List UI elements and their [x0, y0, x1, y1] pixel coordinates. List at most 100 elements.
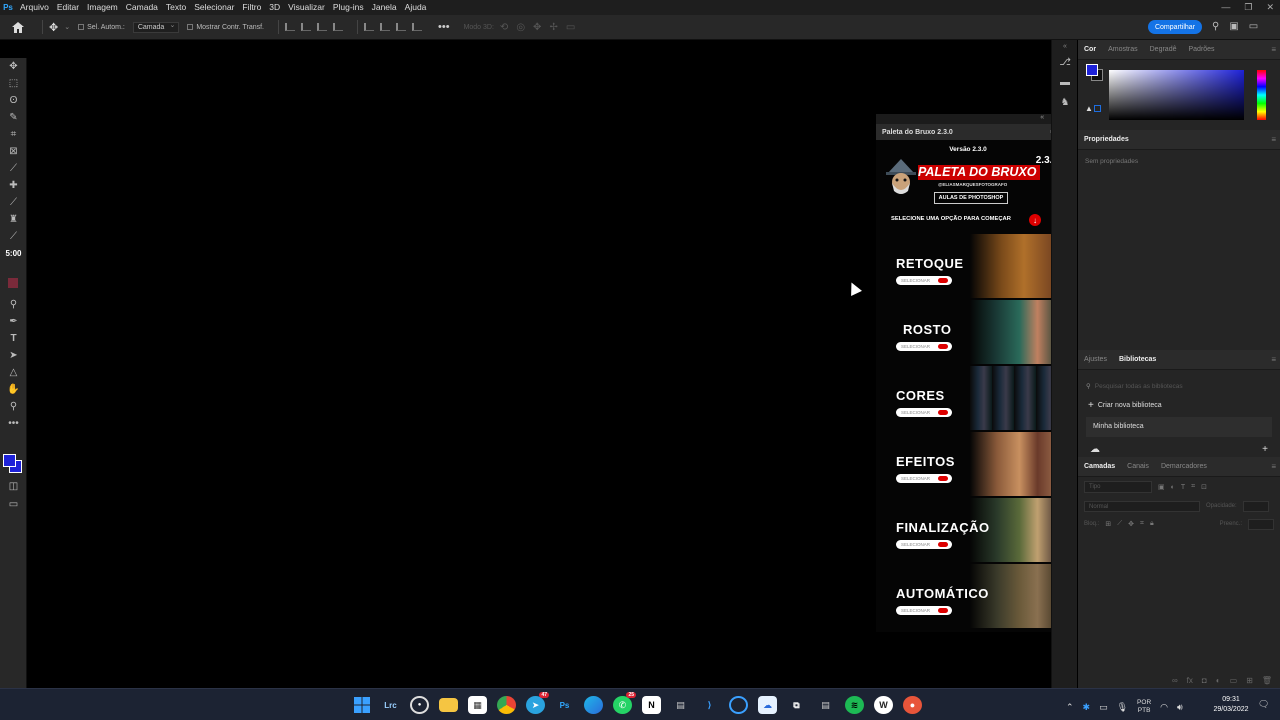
- clock[interactable]: 09:31 29/03/2022: [1203, 695, 1259, 715]
- fill-input[interactable]: [1248, 518, 1274, 530]
- distribute-h-icon[interactable]: [333, 23, 343, 31]
- auto-select-checkbox[interactable]: Sel. Autom.:: [78, 24, 125, 31]
- mask-icon[interactable]: ◘: [1202, 676, 1207, 685]
- whatsapp-icon[interactable]: ✆ 25: [613, 692, 636, 714]
- fx-icon[interactable]: fx: [1187, 676, 1193, 685]
- adjustment-icon[interactable]: ◐: [1216, 676, 1221, 685]
- chrome-icon[interactable]: [497, 696, 516, 714]
- select-button[interactable]: SELECIONAR: [896, 540, 952, 549]
- type-icon[interactable]: T: [0, 330, 27, 347]
- menu-arquivo[interactable]: Arquivo: [16, 0, 53, 15]
- 3d-camera-icon[interactable]: ▭: [566, 22, 575, 33]
- recorder-icon[interactable]: ●: [903, 696, 922, 714]
- hue-slider[interactable]: [1257, 70, 1266, 120]
- web-safe-cube-icon[interactable]: [1094, 105, 1101, 112]
- tab-demarcadores[interactable]: Demarcadores: [1155, 457, 1213, 477]
- lock-pixels-icon[interactable]: ⊞: [1105, 520, 1111, 528]
- home-icon[interactable]: [0, 21, 36, 33]
- 3d-roll-icon[interactable]: ◎: [516, 22, 525, 33]
- align-right-icon[interactable]: [317, 23, 327, 31]
- minimize-icon[interactable]: —: [1221, 0, 1230, 15]
- filter-smart-icon[interactable]: ⊡: [1201, 483, 1207, 491]
- screen-mode-icon[interactable]: ▭: [0, 496, 27, 513]
- align-top-icon[interactable]: [364, 23, 374, 31]
- workspace-icon[interactable]: ▣: [1229, 21, 1238, 32]
- edge-icon[interactable]: [584, 696, 603, 714]
- new-layer-icon[interactable]: ⊞: [1246, 676, 1253, 685]
- crop-icon[interactable]: ⌗: [0, 126, 27, 143]
- cloud-icon[interactable]: ☁: [1090, 444, 1100, 455]
- menu-texto[interactable]: Texto: [162, 0, 190, 15]
- plugin-icon[interactable]: ⎇: [1052, 52, 1078, 72]
- obs-icon[interactable]: ●: [410, 696, 429, 714]
- menu-camada[interactable]: Camada: [122, 0, 162, 15]
- brush-icon[interactable]: ⟋: [0, 194, 27, 211]
- pen-icon[interactable]: ✒: [0, 313, 27, 330]
- 3d-slide-icon[interactable]: ✢: [549, 22, 557, 33]
- dodge-icon[interactable]: ⚲: [0, 296, 27, 313]
- menu-visualizar[interactable]: Visualizar: [284, 0, 329, 15]
- panel-menu-icon[interactable]: ≡: [1271, 45, 1276, 54]
- lasso-icon[interactable]: ʘ: [0, 92, 27, 109]
- collapse-icon[interactable]: «: [1040, 114, 1044, 124]
- telegram-icon[interactable]: ➤ 47: [526, 692, 549, 714]
- volume-icon[interactable]: 🔊︎: [1177, 702, 1183, 713]
- edit-toolbar-icon[interactable]: •••: [0, 415, 27, 432]
- aulas-button[interactable]: AULAS DE PHOTOSHOP: [934, 192, 1008, 204]
- lock-position-icon[interactable]: ✥: [1128, 520, 1134, 528]
- gamut-warning-icon[interactable]: ▲: [1085, 104, 1093, 113]
- hand-icon[interactable]: ✋: [0, 381, 27, 398]
- notion-icon[interactable]: N: [642, 696, 661, 714]
- library-item[interactable]: Minha biblioteca: [1086, 417, 1272, 437]
- tab-canais[interactable]: Canais: [1121, 457, 1155, 477]
- layer-filter-input[interactable]: Tipo: [1084, 481, 1152, 493]
- tab-amostras[interactable]: Amostras: [1102, 40, 1144, 60]
- create-library-button[interactable]: + Criar nova biblioteca: [1088, 400, 1270, 411]
- select-button[interactable]: SELECIONAR: [896, 606, 952, 615]
- filter-image-icon[interactable]: ▣: [1158, 483, 1165, 491]
- history-brush-icon[interactable]: ⟋: [0, 228, 27, 245]
- color-picker-field[interactable]: [1109, 70, 1244, 120]
- bluetooth-icon[interactable]: ✱: [1083, 702, 1091, 713]
- tab-bibliotecas[interactable]: Bibliotecas: [1113, 350, 1162, 370]
- tab-padroes[interactable]: Padrões: [1182, 40, 1220, 60]
- keyboard-icon[interactable]: ▭: [1099, 702, 1108, 713]
- align-left-icon[interactable]: [285, 23, 295, 31]
- cloud-app-icon[interactable]: ☁: [758, 696, 777, 714]
- wifi-icon[interactable]: ◠: [1160, 702, 1168, 713]
- collapse-panels-icon[interactable]: «: [1052, 40, 1078, 52]
- filter-type-icon[interactable]: T: [1181, 484, 1185, 491]
- select-button[interactable]: SELECIONAR: [896, 276, 952, 285]
- move-icon[interactable]: ✥: [0, 58, 27, 75]
- menu-plugins[interactable]: Plug-ins: [329, 0, 368, 15]
- opacity-input[interactable]: [1242, 500, 1269, 512]
- file-explorer-icon[interactable]: [439, 698, 458, 712]
- marquee-icon[interactable]: ⬚: [0, 75, 27, 92]
- share-button[interactable]: Compartilhar: [1148, 20, 1202, 34]
- capcut-icon[interactable]: ⧉: [787, 696, 806, 714]
- menu-3d[interactable]: 3D: [265, 0, 284, 15]
- category-rosto[interactable]: ROSTO SELECIONAR: [876, 300, 1060, 364]
- notifications-icon[interactable]: 🗨︎: [1258, 699, 1269, 710]
- tab-degrade[interactable]: Degradê: [1144, 40, 1183, 60]
- lock-artboard-icon[interactable]: ⌗: [1140, 520, 1144, 528]
- menu-imagem[interactable]: Imagem: [83, 0, 122, 15]
- comments-icon[interactable]: ▬: [1052, 72, 1078, 92]
- align-middle-icon[interactable]: [380, 23, 390, 31]
- blend-mode-select[interactable]: Normal: [1084, 500, 1200, 512]
- lock-brush-icon[interactable]: ⟋: [1117, 520, 1122, 528]
- move-tool-dropdown-icon[interactable]: ⌄: [64, 23, 70, 31]
- tab-propriedades[interactable]: Propriedades: [1078, 130, 1135, 150]
- auto-select-dropdown[interactable]: Camada: [132, 21, 180, 33]
- cortana-icon[interactable]: [729, 696, 748, 714]
- menu-filtro[interactable]: Filtro: [238, 0, 265, 15]
- store-icon[interactable]: ▦: [468, 696, 487, 714]
- windows-start-icon[interactable]: [352, 696, 371, 714]
- wordpress-icon[interactable]: W: [874, 696, 893, 714]
- notepad-icon[interactable]: ▤: [816, 696, 835, 714]
- category-finalizacao[interactable]: FINALIZAÇÃO SELECIONAR: [876, 498, 1060, 562]
- show-transform-checkbox[interactable]: Mostrar Contr. Transf.: [187, 24, 264, 31]
- foreground-color-icon[interactable]: [1086, 64, 1098, 76]
- vscode-icon[interactable]: ⟩: [700, 696, 719, 714]
- zoom-icon[interactable]: ⚲: [0, 398, 27, 415]
